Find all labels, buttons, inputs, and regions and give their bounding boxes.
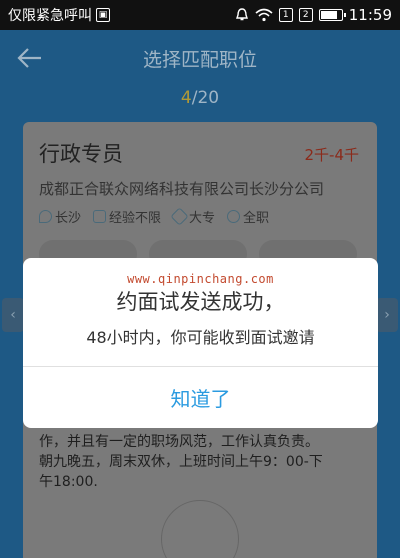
job-description: 作，并且有一定的职场风范，工作认真负责。 朝九晚五，周末双休，上班时间上午9：0… <box>39 432 365 492</box>
tag-city: 长沙 <box>39 207 81 226</box>
bell-icon <box>235 8 249 22</box>
location-icon <box>39 210 52 223</box>
prev-arrow[interactable]: ‹ <box>2 298 24 332</box>
next-arrow[interactable]: › <box>376 298 398 332</box>
job-salary: 2千-4千 <box>304 146 360 164</box>
graduation-cap-icon <box>170 207 189 226</box>
chevron-left-icon: ‹ <box>10 307 16 323</box>
sim2-icon: 2 <box>298 8 313 22</box>
tag-experience: 经验不限 <box>93 207 161 226</box>
page-title: 选择匹配职位 <box>142 48 257 71</box>
pager-total: /20 <box>191 88 220 108</box>
description-line: 朝九晚五，周末双休，上班时间上午9：00-下 <box>39 454 323 470</box>
pager-current: 4 <box>180 88 192 108</box>
dialog-message: 48小时内，你可能收到面试邀请 <box>86 328 315 347</box>
company-name: 成都正合联众网络科技有限公司长沙分公司 <box>39 180 325 198</box>
clock: 11:59 <box>348 6 392 24</box>
watermark: www.qinpinchang.com <box>127 272 274 286</box>
tag-type: 全职 <box>227 207 269 226</box>
job-tags: 长沙 经验不限 大专 全职 <box>39 207 361 226</box>
dialog-title: 约面试发送成功， <box>116 290 285 314</box>
success-dialog: www.qinpinchang.com 约面试发送成功， 48小时内，你可能收到… <box>23 258 378 428</box>
tag-experience-label: 经验不限 <box>109 211 162 226</box>
battery-icon <box>318 9 346 21</box>
tag-type-label: 全职 <box>243 211 270 226</box>
description-line: 午18:00. <box>39 474 98 490</box>
battery-fill <box>320 11 337 19</box>
image-notification-icon: ▣ <box>96 8 110 22</box>
arrow-left-icon <box>17 48 41 68</box>
description-line: 作，并且有一定的职场风范，工作认真负责。 <box>39 434 319 450</box>
sim1-icon: 1 <box>278 8 293 22</box>
tag-education-label: 大专 <box>189 211 216 226</box>
confirm-button[interactable]: 知道了 <box>23 367 378 428</box>
tag-education: 大专 <box>170 207 216 226</box>
carrier-text: 仅限紧急呼叫 <box>8 8 92 24</box>
app-header: 选择匹配职位 <box>0 30 400 86</box>
action-round-button[interactable] <box>161 500 239 558</box>
status-bar: 仅限紧急呼叫 ▣ 1 2 11:59 <box>0 0 400 30</box>
clock-icon <box>227 210 241 223</box>
back-button[interactable] <box>14 42 46 74</box>
wifi-icon <box>255 8 273 22</box>
briefcase-icon <box>93 210 107 223</box>
chevron-right-icon: › <box>384 307 390 323</box>
tag-city-label: 长沙 <box>55 211 82 226</box>
pager: 4/20 <box>0 88 400 108</box>
